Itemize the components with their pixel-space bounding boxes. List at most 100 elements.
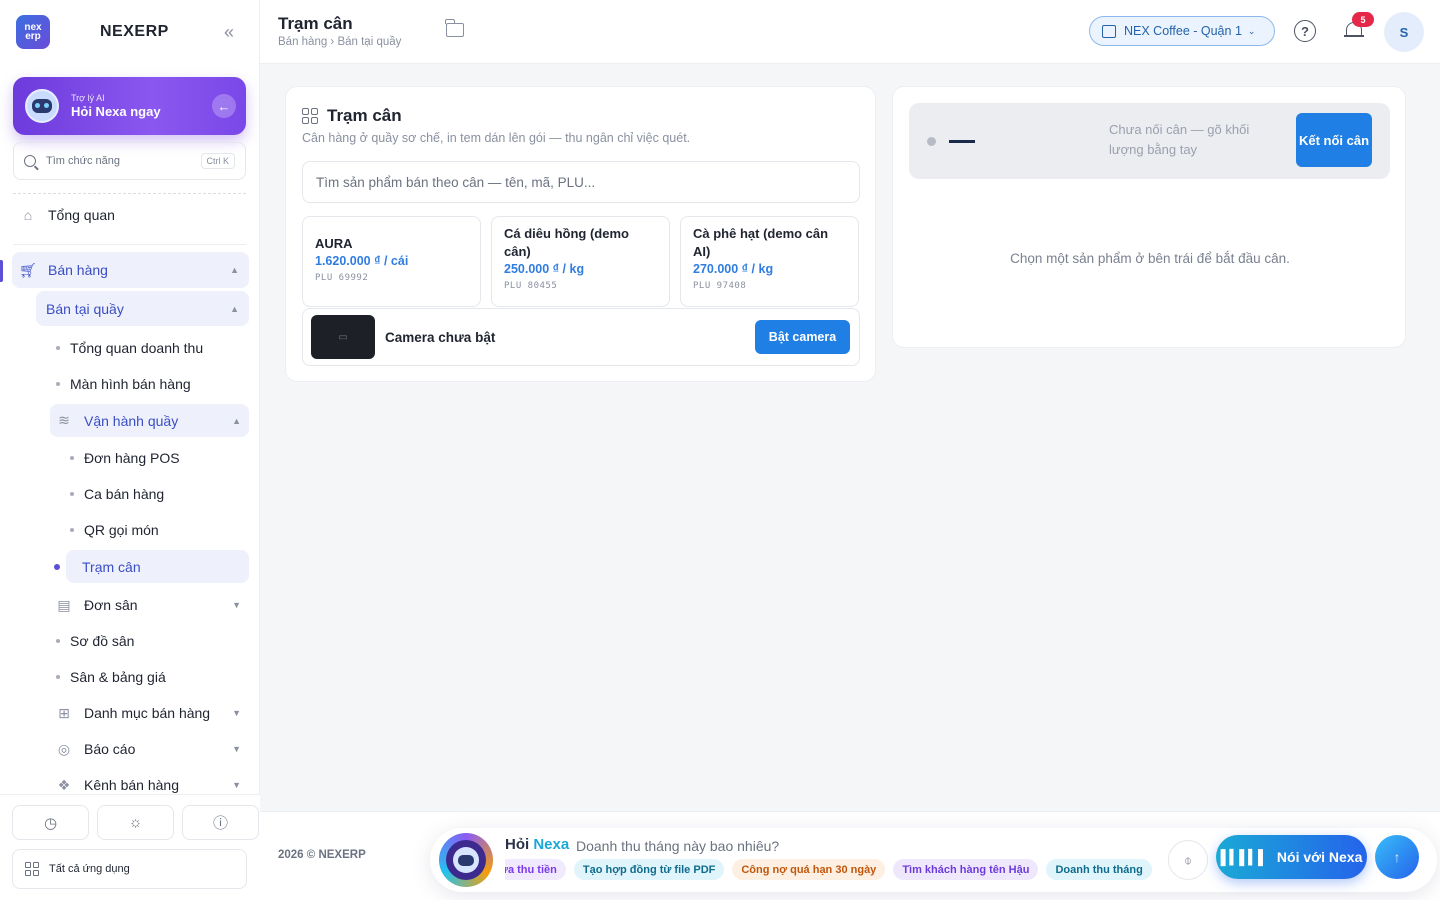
notification-badge: 5 [1352,12,1374,27]
ask-nexa-bar[interactable]: Hỏi Nexa Doanh thu tháng này bao nhiêu? … [430,828,1437,892]
connect-scale-button[interactable]: Kết nối cân [1296,113,1372,167]
sidebar-item-court-map[interactable]: Sơ đồ sân [56,631,134,651]
sidebar-footer: ◷ ☼ ⓘ Tất cả ứng dụng [0,794,260,900]
sidebar-item-revenue-overview[interactable]: Tổng quan doanh thu [56,338,203,358]
active-indicator [0,260,3,282]
divider [13,244,246,245]
sidebar-item-court-prices[interactable]: Sân & bảng giá [56,667,166,687]
page-title: Trạm cân [278,14,353,33]
camera-status: Camera chưa bật [385,329,496,345]
search-icon [24,155,36,167]
sidebar-item-sales-screen[interactable]: Màn hình bán hàng [56,374,191,394]
chevron-down-icon: ⌄ [1247,25,1256,36]
sidebar-item-label: Báo cáo [84,741,136,757]
search-placeholder: Tìm chức năng [46,155,121,167]
suggestion-chip[interactable]: ửa thu tiền [505,859,566,880]
sidebar-item-label: Sân & bảng giá [70,669,166,685]
arrow-left-icon[interactable]: ← [212,94,236,118]
card-title: Trạm cân [302,106,402,126]
ai-card-caption: Trợ lý AI [71,93,105,103]
sidebar-item-counter-ops[interactable]: ≋ Vận hành quầy ▲ [50,404,249,437]
sidebar-item-counter-sales[interactable]: Bán tại quầy ▲ [36,291,249,326]
scale-station-icon [302,108,318,124]
send-icon[interactable]: ↑ [1375,835,1419,879]
chevron-down-icon: ▼ [232,780,241,790]
sun-icon: ☼ [128,814,143,831]
sidebar-item-shifts[interactable]: Ca bán hàng [70,484,164,504]
product-name: Cà phê hạt (demo cân AI) [693,226,829,259]
ask-question-input[interactable]: Doanh thu tháng này bao nhiêu? [576,838,779,854]
sidebar-item-pos-orders[interactable]: Đơn hàng POS [70,448,180,468]
chevron-up-icon: ▲ [230,303,239,314]
bullet [56,346,60,350]
product-name: Cá diêu hồng (demo cân) [504,226,629,259]
grid-icon: ⊞ [58,704,70,721]
theme-button[interactable]: ☼ [97,805,174,840]
sidebar-item-reports[interactable]: ◎ Báo cáo ▼ [56,739,241,759]
sidebar-item-qr-order[interactable]: QR gọi món [70,520,159,540]
channel-icon: ❖ [57,776,71,793]
scale-status-note: Chưa nối cân — gõ khối lượng bằng tay [1109,122,1250,157]
sidebar-item-label: Đơn hàng POS [84,450,180,466]
product-plu: PLU 80455 [504,281,558,291]
sidebar-item-channels[interactable]: ❖ Kênh bán hàng ▼ [56,775,241,795]
function-search-input[interactable]: Tìm chức năng Ctrl K [13,142,246,180]
sidebar-item-overview[interactable]: ⌂ Tổng quan [20,205,115,225]
store-icon [1102,24,1116,38]
bullet [70,492,74,496]
breadcrumb[interactable]: Bán hàng › Bán tại quầy [278,36,401,48]
cart-icon: 🛒︎ [19,261,37,278]
alert-button[interactable]: ⓘ [182,805,259,840]
brand-logo[interactable]: nex erp [16,15,50,49]
suggestion-chip[interactable]: Doanh thu tháng [1046,859,1152,880]
help-icon[interactable]: ? [1294,20,1316,42]
bullet [56,675,60,679]
enable-camera-button[interactable]: Bật camera [755,320,850,354]
sidebar-item-label: Bán tại quầy [46,300,124,317]
product-card[interactable]: AURA 1.620.000 ₫ / cái PLU 69992 [302,216,481,307]
sidebar-item-label: Vận hành quầy [84,412,179,429]
connection-status-dot [927,137,936,146]
active-dot [54,564,60,570]
card-subtitle: Cân hàng ở quầy sơ chế, in tem dán lên g… [302,131,691,145]
history-button[interactable]: ◷ [12,805,89,840]
ask-prefix: Hỏi [505,836,530,853]
chevron-down-icon: ▼ [232,708,241,718]
sidebar-item-label: Bán hàng [48,262,108,278]
footer: 2026 © NEXERP Hỏi Nexa Doanh thu tháng n… [260,811,1440,900]
sidebar-item-court-orders[interactable]: ▤ Đơn sân ▼ [56,595,241,615]
user-avatar[interactable]: S [1384,12,1424,52]
product-plu: PLU 97408 [693,281,747,291]
suggestion-chip[interactable]: Tạo hợp đồng từ file PDF [573,859,725,880]
sidebar-item-catalog[interactable]: ⊞ Danh mục bán hàng ▼ [56,703,241,723]
ask-nexa-title: Hỏi Nexa [505,836,569,853]
chevron-down-icon: ▼ [232,744,241,754]
nexa-avatar-icon [439,833,493,887]
sidebar-item-sales[interactable]: 🛒︎ Bán hàng ▲ [12,252,249,288]
layers-icon: ≋ [58,412,70,428]
product-card[interactable]: Cá diêu hồng (demo cân) 250.000 ₫ / kg P… [491,216,670,307]
folder-icon[interactable] [445,19,464,37]
collapse-sidebar-icon[interactable]: « [224,22,234,43]
chevron-down-icon: ▼ [232,600,241,610]
store-selector[interactable]: NEX Coffee - Quận 1 ⌄ [1089,16,1275,46]
sidebar-item-label: Trạm cân [82,558,141,575]
weighing-panel: Chưa nối cân — gõ khối lượng bằng tay Kế… [892,86,1406,348]
suggestion-chip[interactable]: Tìm khách hàng tên Hậu [893,859,1039,880]
sidebar-item-label: Tổng quan [48,207,115,223]
attach-icon[interactable]: ⌽ [1168,840,1208,880]
sidebar-item-label: Sơ đồ sân [70,633,135,649]
sidebar-item-label: Đơn sân [84,597,138,613]
talk-to-nexa-button[interactable]: ▌▍▌▍▌ Nói với Nexa [1216,835,1367,879]
product-search-input[interactable]: Tìm sản phẩm bán theo cân — tên, mã, PLU… [302,161,860,203]
chevron-up-icon: ▲ [230,265,239,275]
all-apps-button[interactable]: Tất cả ứng dụng [12,849,247,889]
card-title-text: Trạm cân [327,106,402,125]
sidebar-item-label: Ca bán hàng [84,486,165,502]
suggestion-chip[interactable]: Công nợ quá hạn 30 ngày [732,859,886,880]
scale-status-bar: Chưa nối cân — gõ khối lượng bằng tay Kế… [909,103,1390,179]
ai-assistant-card[interactable]: Trợ lý AI Hỏi Nexa ngay ← [13,77,246,135]
bullet [56,639,60,643]
sidebar-item-scale-station[interactable]: Trạm cân [66,550,249,583]
product-card[interactable]: Cà phê hạt (demo cân AI) 270.000 ₫ / kg … [680,216,859,307]
